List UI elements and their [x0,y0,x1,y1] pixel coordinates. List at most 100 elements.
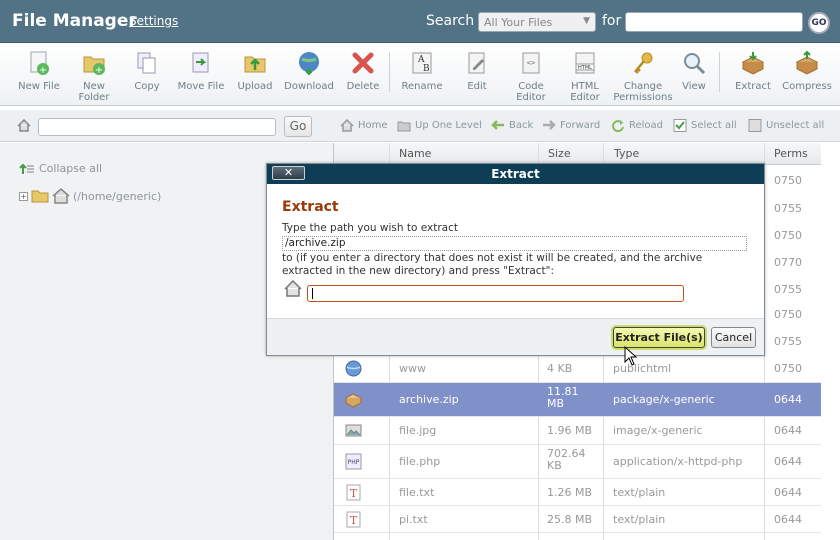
upload-button[interactable]: Upload [236,50,274,92]
reload-link[interactable]: Reload [611,119,663,132]
compress-icon [795,50,819,75]
checkbox-empty-icon [748,119,762,132]
extract-files-button[interactable]: Extract File(s) [613,327,705,348]
checkbox-checked-icon [673,119,687,132]
svg-text:B: B [423,64,430,74]
move-file-button[interactable]: Move File [176,50,226,92]
dialog-prompt: Type the path you wish to extract [282,222,458,234]
table-row[interactable]: www 4 KB publichtml 0750 [334,355,822,383]
home-link[interactable]: Home [340,119,388,132]
rename-icon: AB [412,52,432,74]
dialog-body: Extract Type the path you wish to extrac… [267,184,764,318]
right-gutter [821,143,840,540]
app-title: File Manager [12,11,137,31]
tree-root-node[interactable]: + (/home/generic) [19,188,161,204]
column-header-type[interactable]: Type [614,147,639,160]
search-input[interactable] [625,12,803,32]
folder-up-icon [397,121,411,132]
svg-text:<>: <> [527,59,535,67]
file-list-header: Name Size Type Perms [334,143,822,165]
close-icon: ✕ [283,166,294,179]
globe-icon [345,360,362,377]
svg-text:PHP: PHP [348,459,360,466]
chevron-down-icon: ▼ [583,16,590,26]
svg-text:T: T [350,487,358,500]
select-all-link[interactable]: Select all [673,119,737,132]
extract-icon [741,52,765,75]
expand-icon[interactable]: + [19,191,28,201]
source-path-field[interactable]: /archive.zip [282,236,747,251]
svg-text:HTML: HTML [578,65,592,71]
table-row[interactable]: file.jpg 1.96 MB image/x-generic 0644 [334,417,822,445]
column-header-size[interactable]: Size [548,147,571,160]
table-row[interactable]: PHP file.php 702.64 KB application/x-htt… [334,445,822,479]
cancel-button[interactable]: Cancel [711,327,756,348]
code-editor-button[interactable]: <> Code Editor [514,50,548,103]
php-icon: PHP [345,453,362,470]
toolbar: + New File + New Folder Copy Move File U… [0,44,840,106]
table-row-selected[interactable]: archive.zip 11.81 MB package/x-generic 0… [334,383,822,417]
dialog-title-bar[interactable]: Extract [267,164,764,184]
key-icon [634,52,653,74]
reload-icon [612,120,624,132]
home-icon [284,280,302,297]
header-bar: File Manager Settings Search All Your Fi… [0,0,840,43]
back-link[interactable]: Back [491,119,533,132]
navigation-bar: Go Home Up One Level Back Forward Reload… [0,110,840,142]
package-icon [345,393,362,408]
home-icon [340,119,354,132]
delete-button[interactable]: Delete [345,50,381,92]
home-icon[interactable] [17,119,31,132]
html-editor-icon: HTML [575,52,595,74]
table-row[interactable]: T file.txt 1.26 MB text/plain 0644 [334,479,822,506]
new-file-button[interactable]: + New File [16,50,62,92]
collapse-icon [19,163,34,174]
path-input[interactable] [38,118,276,136]
html-editor-button[interactable]: HTML HTML Editor [567,50,603,103]
image-icon [345,424,362,437]
forward-link[interactable]: Forward [542,119,600,132]
for-label: for [602,13,622,29]
delete-icon [352,52,374,74]
column-header-name[interactable]: Name [399,147,431,160]
copy-button[interactable]: Copy [130,50,164,92]
path-go-button[interactable]: Go [284,116,312,137]
new-file-icon: + [30,51,49,76]
move-icon [192,52,209,73]
dialog-close-button[interactable]: ✕ [272,166,305,180]
svg-text:+: + [95,65,103,76]
search-scope-select[interactable]: All Your Files ▼ [478,12,596,32]
collapse-all-button[interactable]: Collapse all [19,162,102,175]
settings-link[interactable]: Settings [129,14,178,28]
dialog-heading: Extract [282,199,339,215]
destination-path-input[interactable] [307,285,684,302]
mouse-pointer-icon [624,346,638,366]
new-folder-icon: + [83,56,105,76]
view-button[interactable]: View [680,50,708,92]
table-row[interactable]: T pi.txt 25.8 MB text/plain 0644 [334,506,822,533]
edit-icon [468,52,485,74]
change-permissions-button[interactable]: Change Permissions [613,50,673,103]
extract-dialog: Extract ✕ Extract Type the path you wish… [266,163,765,356]
svg-text:+: + [39,65,47,76]
forward-arrow-icon [543,120,556,130]
upload-icon [244,56,266,73]
rename-button[interactable]: AB Rename [400,50,444,92]
column-header-perms[interactable]: Perms [774,147,808,160]
download-button[interactable]: Download [283,50,335,92]
up-one-level-link[interactable]: Up One Level [397,119,482,132]
toolbar-divider [719,52,720,92]
search-go-button[interactable]: GO [808,12,830,34]
compress-button[interactable]: Compress [781,50,833,92]
new-folder-button[interactable]: + New Folder [74,50,114,103]
text-caret [312,288,313,299]
search-scope-value: All Your Files [484,16,553,29]
extract-button[interactable]: Extract [734,50,772,92]
edit-button[interactable]: Edit [462,50,492,92]
download-icon [299,52,319,76]
text-file-icon: T [346,511,361,528]
text-file-icon: T [346,484,361,501]
unselect-all-link[interactable]: Unselect all [748,119,824,132]
search-label: Search [426,13,475,29]
dialog-instructions: to (if you enter a directory that does n… [282,252,703,277]
